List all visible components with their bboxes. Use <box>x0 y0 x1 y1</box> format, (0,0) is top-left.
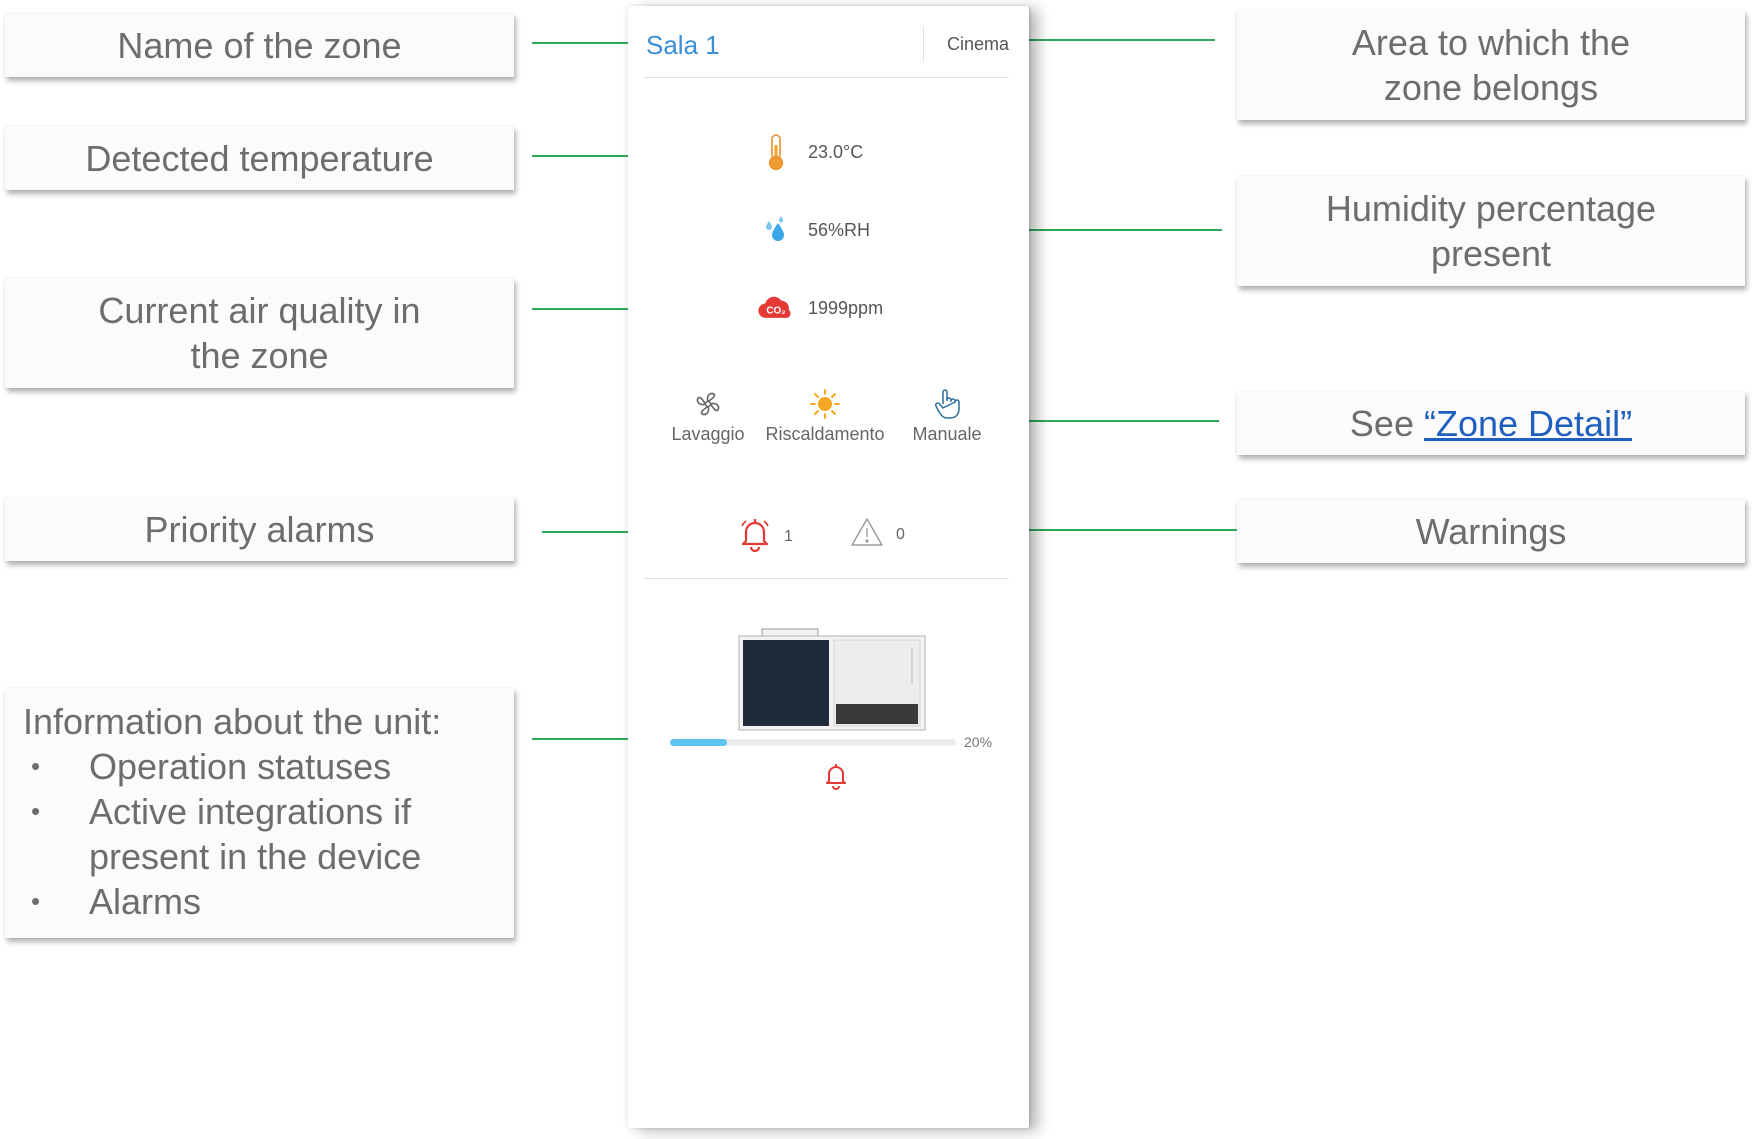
callout-priority-alarms: Priority alarms <box>5 497 514 561</box>
callout-air-quality: Current air quality in the zone <box>5 278 514 388</box>
svg-text:CO₂: CO₂ <box>766 305 785 316</box>
humidity-value: 56%RH <box>808 219 871 240</box>
callout-warnings: Warnings <box>1237 499 1745 563</box>
callout-zone-detail-prefix: See <box>1349 402 1424 444</box>
callout-zone-name: Name of the zone <box>5 13 514 77</box>
status-lavaggio[interactable]: Lavaggio <box>643 386 773 445</box>
unit-progress-label: 20% <box>964 734 993 750</box>
header-separator <box>644 77 1009 78</box>
zone-name[interactable]: Sala 1 <box>646 30 720 61</box>
callout-area: Area to which the zone belongs <box>1237 10 1745 120</box>
callout-zone-detail: See “Zone Detail” <box>1237 391 1745 455</box>
callout-temperature: Detected temperature <box>5 126 514 190</box>
status-label: Manuale <box>912 424 982 444</box>
co2-cloud-icon: CO₂ <box>758 290 794 326</box>
unit-progress-bar <box>670 739 956 746</box>
thermometer-icon <box>758 134 794 171</box>
callout-priority-alarms-text: Priority alarms <box>144 508 375 550</box>
co2-row: CO₂ 1999ppm <box>758 290 948 326</box>
co2-value: 1999ppm <box>808 297 884 318</box>
priority-alarms[interactable]: 1 <box>738 516 793 557</box>
zone-card[interactable]: Sala 1 Cinema 23.0°C 56%RH CO₂ 1999ppm L… <box>628 6 1029 1128</box>
fan-icon <box>643 386 773 422</box>
callout-unit-info-item: Active integrations if present in the de… <box>23 789 429 879</box>
callout-unit-info-list: Operation statuses Active integrations i… <box>23 744 514 924</box>
unit-progress-fill <box>670 739 728 746</box>
status-label: Riscaldamento <box>765 424 885 444</box>
alarms-separator <box>644 578 1009 579</box>
connector-temperature <box>532 155 628 157</box>
temperature-value: 23.0°C <box>808 141 864 162</box>
sun-icon <box>760 386 890 422</box>
callout-humidity-text: Humidity percentage present <box>1325 188 1657 274</box>
zone-detail-link[interactable]: “Zone Detail” <box>1424 401 1632 446</box>
warnings[interactable]: 0 <box>850 516 905 553</box>
callout-warnings-text: Warnings <box>1415 510 1567 552</box>
area-name: Cinema <box>946 34 1009 54</box>
connector-priority-alarms <box>542 531 628 533</box>
connector-warnings <box>1029 529 1237 531</box>
connector-area <box>1029 39 1215 41</box>
temperature-row: 23.0°C <box>758 134 948 171</box>
connector-zone-name <box>532 42 628 44</box>
hand-pointer-icon <box>882 386 1012 422</box>
connector-zone-detail <box>998 420 1219 422</box>
status-label: Lavaggio <box>671 424 745 444</box>
callout-humidity: Humidity percentage present <box>1237 176 1745 286</box>
connector-air-quality <box>532 308 628 310</box>
header-divider <box>923 26 924 62</box>
callout-area-text: Area to which the zone belongs <box>1351 22 1631 108</box>
unit-bell-alarm-icon[interactable] <box>823 762 849 795</box>
callout-unit-info-item: Alarms <box>23 879 514 924</box>
callout-zone-name-text: Name of the zone <box>117 24 402 66</box>
warning-count: 0 <box>896 525 905 543</box>
humidity-row: 56%RH <box>758 212 948 248</box>
callout-temperature-text: Detected temperature <box>85 137 434 179</box>
connector-humidity <box>1029 229 1222 231</box>
callout-unit-info-title: Information about the unit: <box>23 701 442 742</box>
warning-triangle-icon <box>850 516 884 553</box>
bell-alarm-icon <box>738 516 772 557</box>
unit-image[interactable] <box>738 626 926 732</box>
callout-unit-info-item: Operation statuses <box>23 744 514 789</box>
callout-air-quality-text: Current air quality in the zone <box>98 290 421 376</box>
status-riscaldamento[interactable]: Riscaldamento <box>760 386 890 445</box>
water-drops-icon <box>758 212 794 248</box>
priority-alarm-count: 1 <box>784 527 793 545</box>
callout-unit-info: Information about the unit: Operation st… <box>5 688 514 938</box>
status-manuale[interactable]: Manuale <box>882 386 1012 445</box>
